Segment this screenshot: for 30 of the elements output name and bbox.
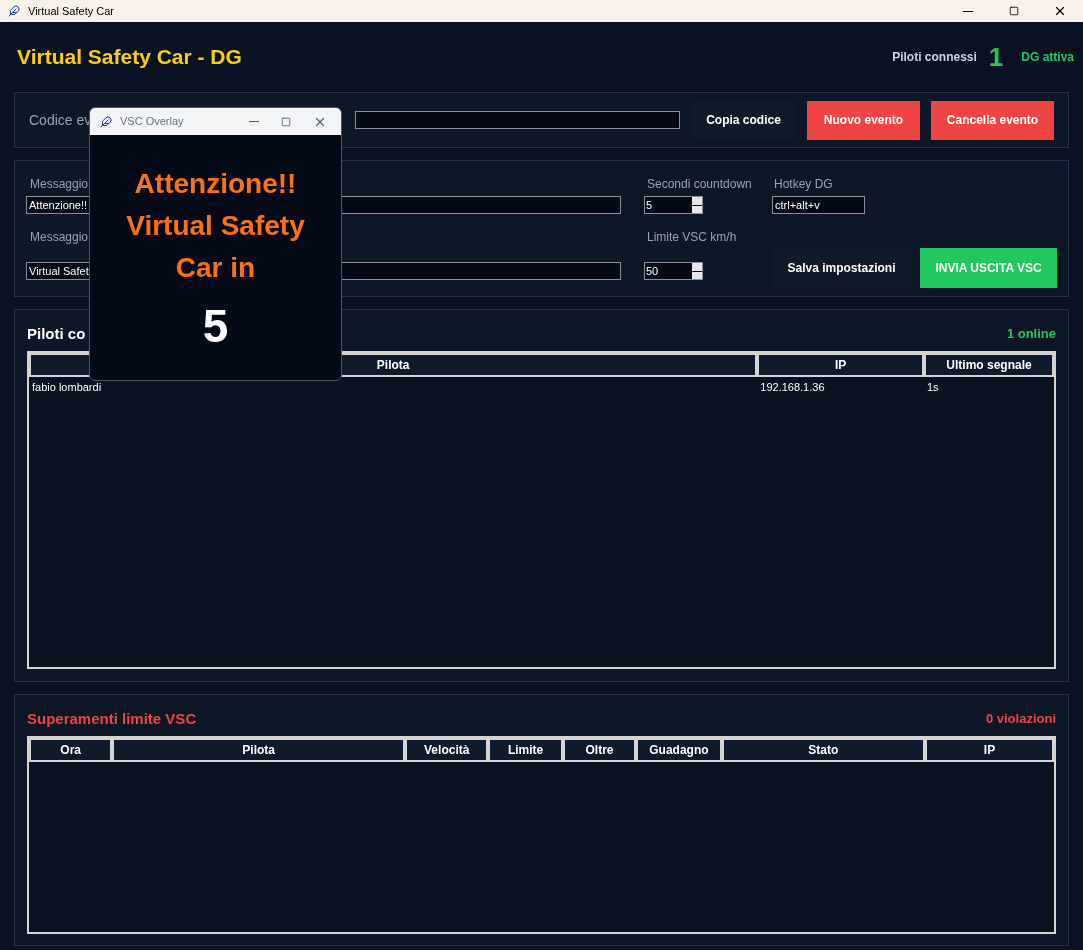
connected-count: 1 bbox=[988, 40, 1004, 74]
column-header: Pilota bbox=[112, 738, 406, 762]
field-label: Limite VSC km/h bbox=[646, 229, 737, 246]
column-header: Limite bbox=[488, 738, 563, 762]
section-title: Piloti co bbox=[27, 323, 86, 344]
overlay-title: VSC Overlay bbox=[120, 114, 184, 130]
field-label: Hotkey DG bbox=[773, 176, 833, 193]
field-label: Messaggio bbox=[29, 176, 89, 193]
column-header: Stato bbox=[721, 738, 925, 762]
connected-label: Piloti connessi bbox=[892, 49, 977, 66]
table-cell-text: fabio lombardi bbox=[31, 379, 103, 395]
violation-count: 0 violazioni bbox=[985, 710, 1056, 729]
overlay-message: Car in bbox=[175, 251, 256, 285]
column-header: Velocità bbox=[405, 738, 489, 762]
app-title: Virtual Safety Car - DG bbox=[17, 44, 242, 71]
column-header: IP bbox=[757, 353, 924, 377]
column-header: Ultimo segnale bbox=[924, 353, 1054, 377]
countdown-number: 5 bbox=[202, 299, 229, 353]
column-header: Oltre bbox=[562, 738, 637, 762]
online-count: 1 online bbox=[1006, 325, 1056, 344]
status-text: DG attiva bbox=[1021, 49, 1074, 66]
column-header: IP bbox=[925, 738, 1054, 762]
section-title: Superamenti limite VSC bbox=[27, 708, 197, 729]
field-label: Secondi countdown bbox=[646, 176, 752, 193]
table-cell-text: 1s bbox=[926, 379, 940, 395]
window-title: Virtual Safety Car bbox=[28, 3, 114, 19]
table-cell-text: 192.168.1.36 bbox=[759, 379, 826, 395]
field-label: Messaggio bbox=[29, 229, 89, 246]
column-header: Ora bbox=[29, 738, 113, 762]
column-header: Guadagno bbox=[636, 738, 722, 762]
